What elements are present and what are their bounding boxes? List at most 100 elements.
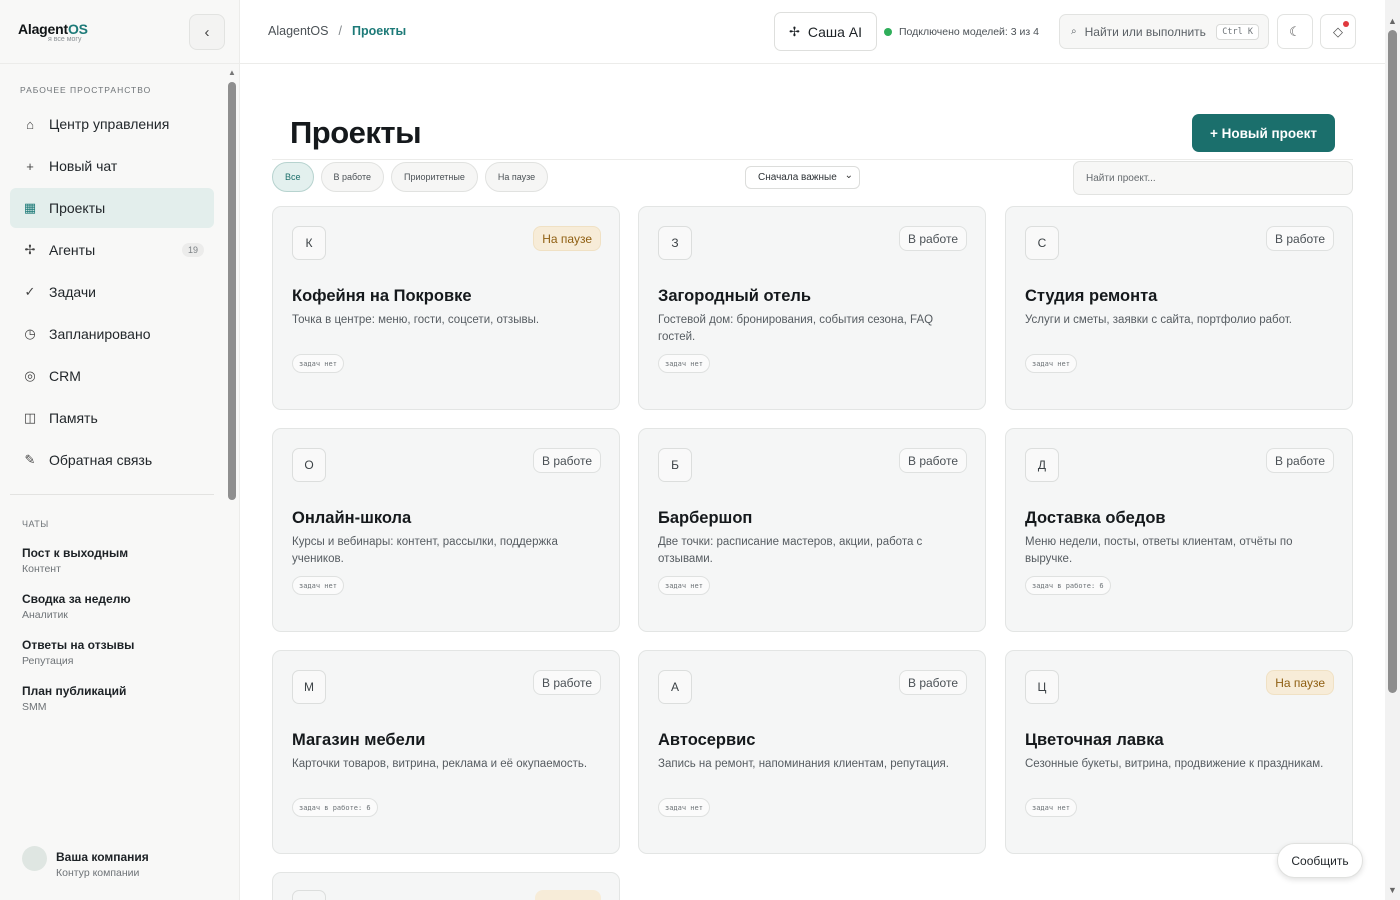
project-title: Кофейня на Покровке bbox=[292, 287, 472, 305]
sort-value: Сначала важные bbox=[758, 172, 837, 183]
sidebar-item-label: Обратная связь bbox=[49, 452, 153, 468]
divider bbox=[240, 63, 1385, 64]
sidebar-item[interactable]: ◷ Запланировано bbox=[10, 314, 214, 354]
project-description: Гостевой дом: бронирования, события сезо… bbox=[658, 314, 934, 343]
filter-chip[interactable]: В работе bbox=[320, 162, 385, 192]
chat-title: План публикаций bbox=[22, 684, 127, 698]
breadcrumb-current: Проекты bbox=[351, 24, 407, 38]
company-switcher[interactable]: Ваша компания Контур компании bbox=[22, 846, 149, 879]
sidebar-item[interactable]: ▦ Проекты bbox=[10, 188, 214, 228]
project-card[interactable]: С В работе Студия ремонта Услуги и сметы, з… bbox=[1005, 206, 1353, 410]
project-card[interactable]: З В работе Загородный отель Гостевой дом: б… bbox=[638, 206, 986, 410]
sidebar-item[interactable]: ✓ Задачи bbox=[10, 272, 214, 312]
command-search-input[interactable]: ⌕ Найти или выполнить Ctrl K bbox=[1059, 14, 1269, 49]
project-grid: К На паузе Кофейня на Покровке Точка в цент… bbox=[272, 206, 1353, 900]
chat-item[interactable]: Сводка за неделю Аналитик bbox=[22, 592, 134, 638]
sidebar-item[interactable]: ✢ Агенты 19 bbox=[10, 230, 214, 270]
clock-icon: ◷ bbox=[24, 326, 36, 341]
sidebar-scrollbar[interactable]: ▲ bbox=[228, 68, 236, 500]
sidebar-item-label: Память bbox=[49, 410, 98, 426]
chat-title: Сводка за неделю bbox=[22, 592, 131, 606]
sidebar-item[interactable]: ◫ Память bbox=[10, 398, 214, 438]
assistant-label: Саша AI bbox=[807, 23, 863, 40]
scroll-up-icon[interactable]: ▲ bbox=[1388, 16, 1397, 26]
project-card[interactable]: О В работе Онлайн-школа Курсы и вебинары: к… bbox=[272, 428, 620, 632]
search-icon: ⌕ bbox=[1071, 26, 1077, 37]
status-dot-icon bbox=[884, 28, 892, 36]
project-card[interactable]: М В работе Магазин мебели Карточки товаров,… bbox=[272, 650, 620, 854]
chat-subtitle: Контент bbox=[22, 563, 61, 575]
chat-item[interactable]: План публикаций SMM bbox=[22, 684, 134, 730]
company-sub: Контур компании bbox=[56, 867, 140, 879]
divider bbox=[10, 494, 214, 495]
workspace-label: Рабочее пространство bbox=[20, 85, 152, 95]
pencil-icon: ✎ bbox=[24, 452, 36, 467]
project-card[interactable]: Ц На паузе Цветочная лавка Сезонные букеты,… bbox=[1005, 650, 1353, 854]
sort-select[interactable]: Сначала важные ⌄ bbox=[745, 166, 860, 189]
crm-icon: ◎ bbox=[24, 368, 36, 383]
sidebar-item-label: Центр управления bbox=[49, 116, 170, 132]
project-card[interactable]: Д В работе Доставка обедов Меню недели, пос… bbox=[1005, 428, 1353, 632]
project-letter-badge: А bbox=[658, 670, 692, 704]
shortcut-badge: Ctrl K bbox=[1216, 23, 1259, 40]
sidebar-item[interactable]: ✎ Обратная связь bbox=[10, 440, 214, 480]
task-count-badge: задач в работе: 6 bbox=[1025, 576, 1111, 595]
scroll-down-icon[interactable]: ▼ bbox=[1388, 885, 1397, 895]
project-letter-badge: Д bbox=[1025, 448, 1059, 482]
sidebar-item[interactable]: ⌂ Центр управления bbox=[10, 104, 214, 144]
brand-name: AlagentOS bbox=[18, 21, 88, 37]
status-text: Подключено моделей: 3 из 4 bbox=[899, 26, 1039, 38]
brand-logo[interactable]: AlagentOS я все могу bbox=[18, 21, 88, 43]
project-description: Сезонные букеты, витрина, продвижение к … bbox=[1025, 758, 1324, 770]
project-search-input[interactable]: Найти проект... bbox=[1073, 161, 1353, 195]
divider bbox=[0, 63, 240, 64]
collapse-sidebar-button[interactable]: ‹ bbox=[189, 14, 225, 50]
sidebar-item[interactable]: + Новый чат bbox=[10, 146, 214, 186]
filter-chip[interactable]: Все bbox=[272, 162, 314, 192]
project-description: Меню недели, посты, ответы клиентам, отч… bbox=[1025, 536, 1293, 565]
breadcrumb-root[interactable]: AlagentOS bbox=[268, 24, 328, 38]
page-title: Проекты bbox=[290, 115, 422, 150]
scroll-thumb[interactable] bbox=[228, 82, 236, 500]
home-icon: ⌂ bbox=[26, 116, 34, 132]
chat-list: Пост к выходным Контент Сводка за неделю Ан… bbox=[22, 546, 134, 730]
chat-subtitle: Репутация bbox=[22, 655, 74, 667]
filter-chip[interactable]: На паузе bbox=[484, 162, 549, 192]
status-badge: В работе bbox=[1265, 448, 1334, 473]
scroll-up-icon[interactable]: ▲ bbox=[228, 68, 236, 77]
task-count-badge: задач нет bbox=[658, 798, 710, 817]
status-badge: В работе bbox=[898, 670, 967, 695]
status-badge: В работе bbox=[898, 226, 967, 251]
chevron-down-icon: ⌄ bbox=[844, 170, 853, 181]
project-card[interactable]: К На паузе Кофейня на Покровке Точка в цент… bbox=[272, 206, 620, 410]
notifications-button[interactable]: ◇ bbox=[1320, 14, 1356, 49]
sidebar-item[interactable]: ◎ CRM bbox=[10, 356, 214, 396]
project-letter-badge bbox=[292, 890, 326, 900]
project-letter-badge: С bbox=[1025, 226, 1059, 260]
scroll-thumb[interactable] bbox=[1388, 30, 1397, 693]
project-title: Доставка обедов bbox=[1025, 509, 1166, 527]
page-scrollbar[interactable]: ▲ ▼ bbox=[1385, 0, 1400, 900]
project-title: Онлайн-школа bbox=[292, 509, 412, 527]
project-description: Запись на ремонт, напоминания клиентам, … bbox=[658, 758, 949, 770]
theme-toggle-button[interactable]: ☾ bbox=[1277, 14, 1313, 49]
assistant-button[interactable]: ✢ Саша AI bbox=[774, 12, 877, 51]
book-icon: ◫ bbox=[23, 410, 37, 425]
task-count-badge: задач нет bbox=[1025, 798, 1077, 817]
project-letter-badge: К bbox=[292, 226, 326, 260]
task-count-badge: задач нет bbox=[658, 354, 710, 373]
project-card[interactable]: Б В работе Барбершоп Две точки: расписание … bbox=[638, 428, 986, 632]
chat-item[interactable]: Пост к выходным Контент bbox=[22, 546, 134, 592]
chat-subtitle: Аналитик bbox=[22, 609, 68, 621]
notification-dot bbox=[1343, 21, 1349, 27]
status-badge: На паузе bbox=[533, 226, 601, 251]
project-card[interactable]: А В работе Автосервис Запись на ремонт, нап… bbox=[638, 650, 986, 854]
chat-title: Пост к выходным bbox=[22, 546, 129, 560]
filter-chip[interactable]: Приоритетные bbox=[391, 162, 478, 192]
project-letter-badge: М bbox=[292, 670, 326, 704]
chat-item[interactable]: Ответы на отзывы Репутация bbox=[22, 638, 134, 684]
avatar bbox=[22, 846, 47, 871]
project-card[interactable] bbox=[272, 872, 620, 900]
report-button[interactable]: Сообщить bbox=[1277, 843, 1363, 878]
new-project-button[interactable]: + Новый проект bbox=[1192, 114, 1335, 152]
